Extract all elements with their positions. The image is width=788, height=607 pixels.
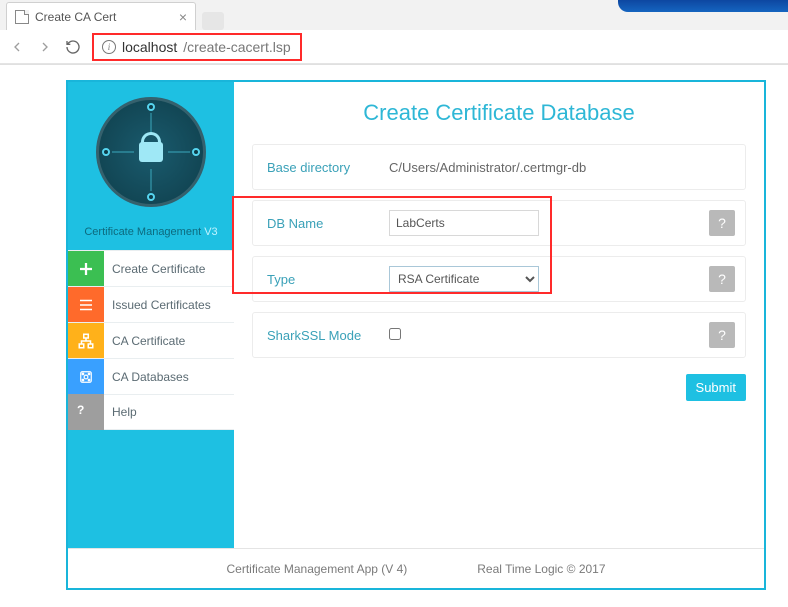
footer-copyright: Real Time Logic © 2017: [477, 562, 605, 576]
close-tab-icon[interactable]: ×: [179, 9, 187, 25]
browser-tab[interactable]: Create CA Cert ×: [6, 2, 196, 30]
sharkssl-label: SharkSSL Mode: [253, 328, 385, 343]
address-bar[interactable]: i localhost/create-cacert.lsp: [92, 33, 302, 61]
db-name-input[interactable]: [389, 210, 539, 236]
submit-button[interactable]: Submit: [686, 374, 746, 401]
row-sharkssl-mode: SharkSSL Mode ?: [252, 312, 746, 358]
tabs-row: Create CA Cert ×: [0, 0, 788, 30]
help-button[interactable]: ?: [709, 210, 735, 236]
site-info-icon[interactable]: i: [102, 40, 116, 54]
app-frame: Certificate Management V3 Create Certifi…: [66, 80, 766, 590]
main-panel: Create Certificate Database Base directo…: [234, 82, 764, 548]
footer: Certificate Management App (V 4) Real Ti…: [68, 548, 764, 588]
row-base-directory: Base directory C/Users/Administrator/.ce…: [252, 144, 746, 190]
page-icon: [15, 10, 29, 24]
url-host: localhost: [122, 39, 177, 55]
sidebar-item-issued-certificates[interactable]: Issued Certificates: [68, 286, 234, 322]
sidebar-item-create-certificate[interactable]: Create Certificate: [68, 250, 234, 286]
back-button[interactable]: [8, 38, 26, 56]
page-title: Create Certificate Database: [252, 100, 746, 126]
question-icon: ?: [68, 394, 104, 430]
type-select[interactable]: RSA Certificate: [389, 266, 539, 292]
sidebar-item-help[interactable]: ? Help: [68, 394, 234, 430]
tab-title: Create CA Cert: [35, 10, 116, 24]
help-button[interactable]: ?: [709, 266, 735, 292]
help-button[interactable]: ?: [709, 322, 735, 348]
sidebar-item-label: Issued Certificates: [112, 298, 211, 312]
sidebar: Certificate Management V3 Create Certifi…: [68, 82, 234, 548]
type-label: Type: [253, 272, 385, 287]
sidebar-item-ca-certificate[interactable]: CA Certificate: [68, 322, 234, 358]
base-directory-label: Base directory: [253, 160, 385, 175]
new-tab-button[interactable]: [202, 12, 224, 30]
sidebar-menu: Create Certificate Issued Certificates C…: [68, 250, 234, 430]
window-frame-accent: [618, 0, 788, 12]
lock-icon: [139, 142, 163, 162]
row-type: Type RSA Certificate ?: [252, 256, 746, 302]
forward-button[interactable]: [36, 38, 54, 56]
logo: [68, 82, 234, 222]
list-icon: [68, 287, 104, 323]
url-path: /create-cacert.lsp: [183, 39, 290, 55]
tree-icon: [68, 323, 104, 359]
reload-button[interactable]: [64, 38, 82, 56]
sidebar-item-label: CA Certificate: [112, 334, 185, 348]
footer-app-name: Certificate Management App (V 4): [227, 562, 408, 576]
base-directory-value: C/Users/Administrator/.certmgr-db: [385, 160, 745, 175]
browser-chrome: Create CA Cert × i localhost/create-cace…: [0, 0, 788, 65]
sharkssl-checkbox[interactable]: [389, 328, 401, 340]
sidebar-item-label: Help: [112, 405, 137, 419]
plus-icon: [68, 251, 104, 287]
sidebar-item-ca-databases[interactable]: CA Databases: [68, 358, 234, 394]
database-icon: [68, 359, 104, 395]
sidebar-title: Certificate Management V3: [68, 226, 234, 238]
address-bar-row: i localhost/create-cacert.lsp: [0, 30, 788, 64]
sidebar-item-label: Create Certificate: [112, 262, 205, 276]
sidebar-item-label: CA Databases: [112, 370, 189, 384]
row-db-name: DB Name ?: [252, 200, 746, 246]
db-name-label: DB Name: [253, 216, 385, 231]
